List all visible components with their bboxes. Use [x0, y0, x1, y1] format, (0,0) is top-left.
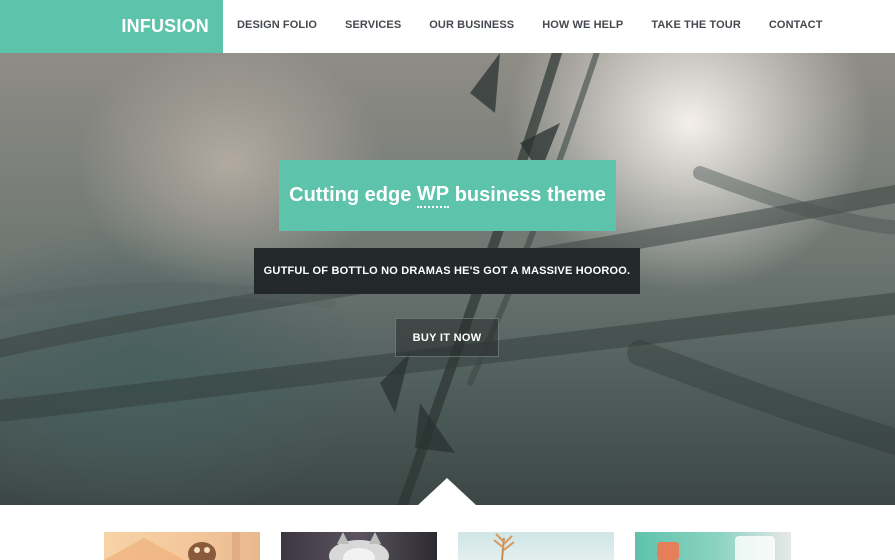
site-logo[interactable]: INFUSION — [0, 0, 223, 53]
main-nav: DESIGN FOLIO SERVICES OUR BUSINESS HOW W… — [237, 0, 823, 49]
nav-item-design-folio[interactable]: DESIGN FOLIO — [237, 19, 317, 31]
nav-item-services[interactable]: SERVICES — [345, 19, 401, 31]
nav-item-take-the-tour[interactable]: TAKE THE TOUR — [651, 19, 741, 31]
portfolio-thumbnail[interactable] — [104, 532, 260, 560]
nav-item-contact[interactable]: CONTACT — [769, 19, 823, 31]
hero-title-before: Cutting edge — [289, 184, 412, 206]
portfolio-thumbnail[interactable] — [635, 532, 791, 560]
nav-item-how-we-help[interactable]: HOW WE HELP — [542, 19, 623, 31]
portfolio-strip — [0, 505, 895, 560]
site-header: INFUSION DESIGN FOLIO SERVICES OUR BUSIN… — [0, 0, 895, 53]
portfolio-thumbnail[interactable] — [281, 532, 437, 560]
hero-subtitle: GUTFUL OF BOTTLO NO DRAMAS HE'S GOT A MA… — [254, 248, 640, 294]
buy-it-now-button[interactable]: BUY IT NOW — [395, 318, 499, 357]
hero-title-abbr: WP — [416, 183, 450, 208]
hero-title: Cutting edge WP business theme — [279, 160, 616, 231]
owl-illustration-image — [104, 532, 240, 560]
nav-item-our-business[interactable]: OUR BUSINESS — [429, 19, 514, 31]
plant-photo-image — [493, 533, 515, 560]
hero-title-after: business theme — [454, 184, 606, 206]
cat-photo-image — [329, 532, 389, 560]
section-pointer-triangle — [418, 478, 476, 505]
portfolio-thumbnail[interactable] — [458, 532, 614, 560]
hero-section: Cutting edge WP business theme GUTFUL OF… — [0, 53, 895, 505]
app-mockup-image — [657, 536, 775, 560]
